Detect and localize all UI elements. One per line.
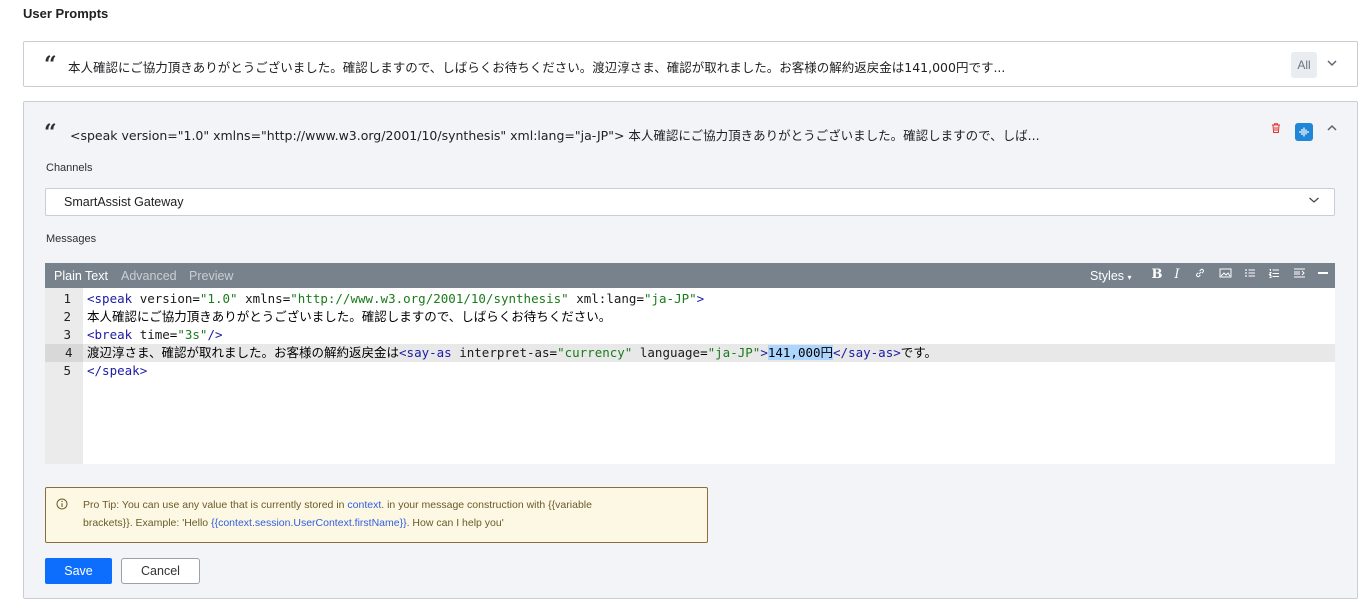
code-line: <break time="3s"/>	[83, 326, 1335, 344]
variable-example-link[interactable]: {{context.session.UserContext.firstName}…	[211, 517, 407, 529]
line-number: 3	[63, 327, 71, 342]
tab-preview[interactable]: Preview	[189, 269, 233, 283]
quote-icon: “	[44, 52, 57, 78]
chevron-up-icon[interactable]	[1326, 122, 1338, 138]
code-line-text: 渡辺淳さま、確認が取れました。お客様の解約返戻金は<say-as interpr…	[87, 345, 938, 360]
indent-icon[interactable]	[1291, 267, 1307, 283]
line-number: 2	[63, 309, 71, 324]
tab-advanced[interactable]: Advanced	[121, 269, 177, 283]
save-button[interactable]: Save	[45, 558, 112, 584]
tip-text: . How can I help you'	[406, 517, 504, 529]
context-link[interactable]: context	[347, 499, 381, 511]
prompt-card-collapsed[interactable]: “ 本人確認にご協力頂きありがとうございました。確認しますので、しばらくお待ちく…	[23, 41, 1358, 87]
tip-text: . in your message construction with {{va…	[381, 499, 592, 511]
code-line-text: </speak>	[87, 363, 148, 378]
line-number-active: 4	[45, 344, 83, 362]
trash-icon[interactable]	[1270, 122, 1282, 134]
tip-text-line-2: brackets}}. Example: 'Hello {{context.se…	[83, 517, 504, 529]
tip-text: brackets}}. Example: 'Hello	[83, 517, 212, 529]
message-editor: Plain Text Advanced Preview Styles ▾ B I	[45, 263, 1335, 464]
styles-dropdown[interactable]: Styles ▾	[1090, 269, 1132, 283]
channel-select-value: SmartAssist Gateway	[64, 195, 184, 209]
prompt-card-expanded: “ <speak version="1.0" xmlns="http://www…	[23, 101, 1358, 599]
line-number: 5	[63, 363, 71, 378]
tip-text-line-1: Pro Tip: You can use any value that is c…	[83, 499, 592, 511]
pro-tip-box: Pro Tip: You can use any value that is c…	[45, 487, 708, 543]
link-icon[interactable]	[1192, 267, 1208, 283]
channel-select[interactable]: SmartAssist Gateway	[45, 188, 1335, 216]
styles-label: Styles	[1090, 269, 1125, 283]
code-line: </speak>	[83, 362, 1335, 380]
chevron-down-icon[interactable]	[1326, 57, 1338, 73]
image-icon[interactable]	[1217, 267, 1233, 283]
section-title: User Prompts	[23, 6, 109, 21]
channel-badge: All	[1291, 52, 1317, 78]
code-line-text: 本人確認にご協力頂きありがとうございました。確認しますので、しばらくお待ちくださ…	[87, 309, 612, 324]
code-line-text: <speak version="1.0" xmlns="http://www.w…	[87, 291, 705, 306]
numbered-list-icon[interactable]	[1266, 267, 1282, 283]
tab-plain-text[interactable]: Plain Text	[54, 269, 108, 283]
tip-text: Pro Tip: You can use any value that is c…	[83, 499, 348, 511]
code-line: 本人確認にご協力頂きありがとうございました。確認しますので、しばらくお待ちくださ…	[83, 308, 1335, 326]
quote-icon: “	[44, 120, 57, 146]
horizontal-rule-icon[interactable]	[1315, 267, 1331, 283]
code-line-text: <break time="3s"/>	[87, 327, 223, 342]
editor-toolbar: Plain Text Advanced Preview Styles ▾ B I	[45, 263, 1335, 288]
cancel-button[interactable]: Cancel	[121, 558, 200, 584]
prompt-text: 本人確認にご協力頂きありがとうございました。確認しますので、しばらくお待ちくださ…	[68, 60, 1006, 75]
prompt-text: <speak version="1.0" xmlns="http://www.w…	[70, 128, 1040, 143]
line-number: 1	[63, 291, 71, 306]
code-line-active: 渡辺淳さま、確認が取れました。お客様の解約返戻金は<say-as interpr…	[83, 344, 1335, 362]
code-editor[interactable]: <speak version="1.0" xmlns="http://www.w…	[83, 288, 1335, 464]
info-icon	[56, 498, 68, 510]
line-number-gutter: 1 2 3 4 5	[45, 288, 83, 464]
code-line: <speak version="1.0" xmlns="http://www.w…	[83, 290, 1335, 308]
bullet-list-icon[interactable]	[1242, 267, 1258, 283]
messages-label: Messages	[46, 233, 97, 245]
chevron-down-icon	[1308, 194, 1320, 210]
bold-icon[interactable]: B	[1149, 267, 1165, 283]
italic-icon[interactable]: I	[1169, 267, 1185, 283]
channels-label: Channels	[46, 162, 93, 174]
voice-wave-icon[interactable]	[1295, 123, 1313, 141]
